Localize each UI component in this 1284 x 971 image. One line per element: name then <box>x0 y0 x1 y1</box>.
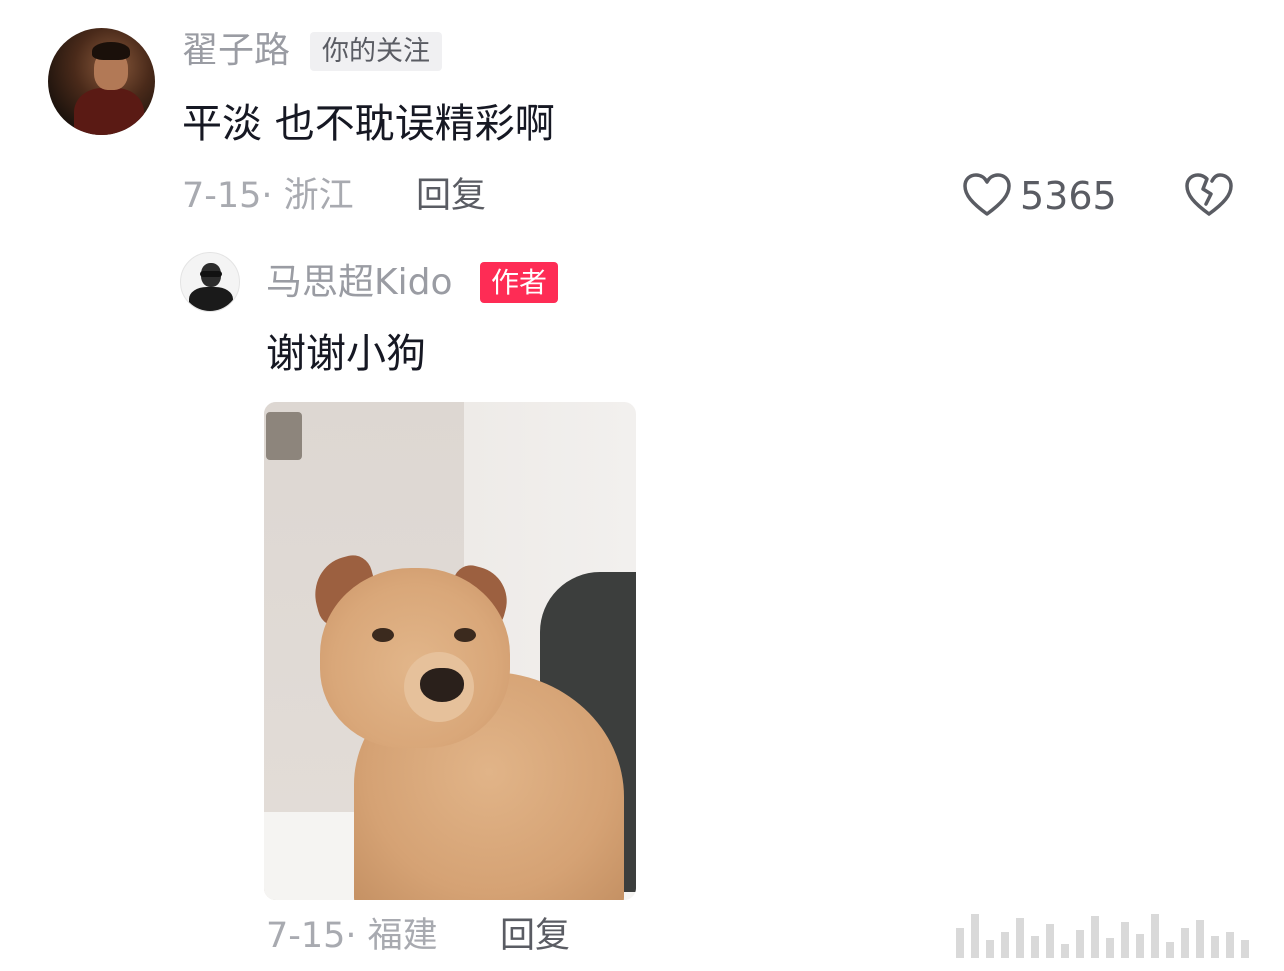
dog-right-eye <box>454 628 476 642</box>
reply-to-reply-button[interactable]: 回复 <box>500 914 570 958</box>
watermark-bars <box>956 912 1276 958</box>
commenter-avatar[interactable] <box>48 28 155 135</box>
author-avatar-glasses <box>200 271 222 277</box>
watermark-bar <box>1226 932 1234 958</box>
watermark-bar <box>1121 922 1129 958</box>
dog-nose <box>420 668 464 702</box>
author-badge: 作者 <box>480 262 559 303</box>
broken-heart-icon[interactable] <box>1184 172 1234 218</box>
watermark-bar <box>1061 944 1069 958</box>
watermark-bar <box>1211 936 1219 958</box>
photo-jar <box>266 412 302 460</box>
commenter-username[interactable]: 翟子路 <box>182 28 290 74</box>
watermark-bar <box>1001 932 1009 958</box>
watermark-bar <box>1076 930 1084 958</box>
watermark-bar <box>1151 914 1159 958</box>
watermark-bar <box>1166 942 1174 958</box>
author-username[interactable]: 马思超Kido <box>266 260 453 306</box>
watermark-bar <box>986 940 994 958</box>
following-badge: 你的关注 <box>310 32 442 71</box>
watermark-bar <box>1046 924 1054 958</box>
author-avatar[interactable] <box>180 252 240 312</box>
dog-head <box>320 568 510 748</box>
avatar-body-shape <box>74 88 144 135</box>
watermark-bar <box>1016 918 1024 958</box>
author-avatar-body <box>189 287 233 311</box>
comment-date-location: 7-15· 浙江 <box>182 176 354 216</box>
reply-button[interactable]: 回复 <box>416 174 486 218</box>
watermark-bar <box>1181 928 1189 958</box>
watermark-bar <box>1031 936 1039 958</box>
watermark-bar <box>1136 934 1144 958</box>
watermark-bar <box>1196 920 1204 958</box>
like-count: 5365 <box>1020 174 1117 218</box>
watermark-bar <box>1106 938 1114 958</box>
avatar-hair-shape <box>92 42 130 60</box>
reply-text[interactable]: 谢谢小狗 <box>266 328 426 380</box>
watermark-bar <box>956 928 964 958</box>
heart-outline-icon[interactable] <box>962 172 1012 218</box>
dog-left-eye <box>372 628 394 642</box>
reply-dog-photo[interactable] <box>264 402 636 900</box>
comment-text[interactable]: 平淡 也不耽误精彩啊 <box>182 98 555 150</box>
watermark-bar <box>1241 940 1249 958</box>
watermark-bar <box>1091 916 1099 958</box>
reply-date-location: 7-15· 福建 <box>266 916 438 956</box>
watermark-bar <box>971 914 979 958</box>
